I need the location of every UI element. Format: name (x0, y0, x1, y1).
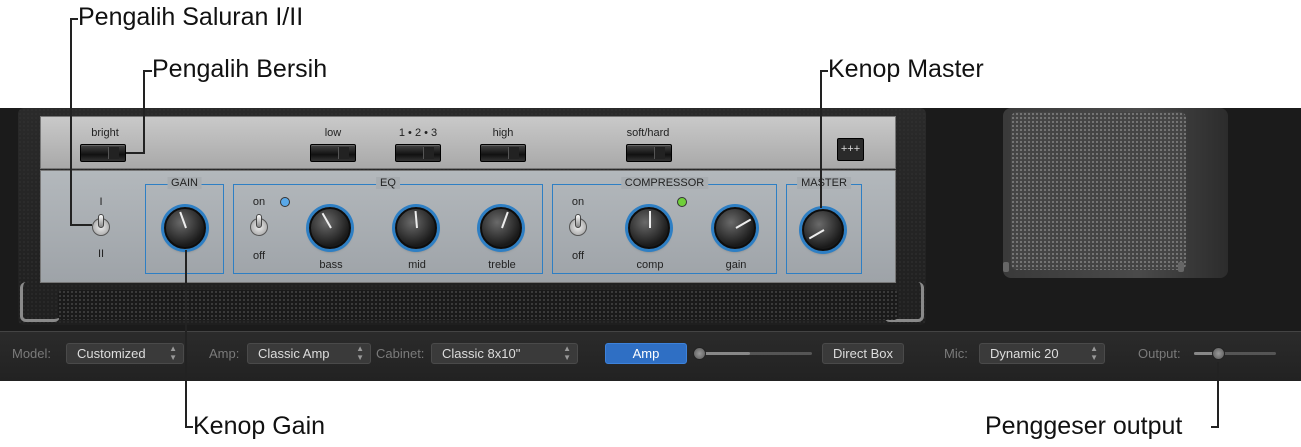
chrome-corner-left (20, 282, 60, 322)
master-knob-pointer (808, 229, 825, 240)
cabinet-label: Cabinet: (376, 346, 425, 361)
gain-knob-callout: Kenop Gain (193, 412, 326, 440)
eq-switch-lever (256, 214, 262, 228)
treble-label: treble (488, 259, 516, 271)
gain-callout-leader-v (185, 250, 187, 428)
cabinet-foot-right (1178, 262, 1184, 272)
compressor-gain-knob[interactable] (714, 207, 756, 249)
master-callout-leader-v (820, 70, 822, 208)
compressor-gain-knob-pointer (735, 218, 752, 229)
output-label: Output: (1138, 346, 1181, 361)
low-switch[interactable] (310, 144, 356, 162)
comp-knob[interactable] (628, 207, 670, 249)
model-label: Model: (12, 346, 52, 361)
direct-box-button[interactable]: Direct Box (822, 343, 904, 364)
channel-switch-callout: Pengalih Saluran I/II (78, 3, 304, 31)
high-label: high (492, 127, 514, 139)
cabinet-chevron-icon: ▲ ▼ (563, 344, 571, 362)
amp-select[interactable]: Classic Amp ▲ ▼ (247, 343, 371, 364)
compressor-on-off-switch[interactable] (569, 214, 587, 240)
clean-callout-leader-v (143, 70, 145, 154)
output-callout-leader-h (1211, 426, 1219, 428)
comp-label: comp (636, 259, 664, 271)
eq-section-title: EQ (376, 177, 400, 189)
cabinet-foot-left (1003, 262, 1009, 272)
compressor-status-led (677, 197, 687, 207)
mic-value: Dynamic 20 (990, 346, 1059, 361)
mic-chevron-icon: ▲ ▼ (1090, 344, 1098, 362)
output-slider-thumb[interactable] (1212, 347, 1225, 360)
eq-off-label: off (252, 250, 266, 262)
eq-status-led (280, 197, 290, 207)
mid-label: mid (408, 259, 426, 271)
master-section-title: MASTER (797, 177, 851, 189)
range-label: 1 • 2 • 3 (398, 127, 438, 139)
eq-on-off-switch[interactable] (250, 214, 268, 240)
mid-knob-pointer (414, 210, 418, 229)
gain-section-title: GAIN (167, 177, 202, 189)
model-select[interactable]: Customized ▲ ▼ (66, 343, 184, 364)
channel-switch[interactable] (92, 214, 110, 240)
clean-switch-callout: Pengalih Bersih (152, 55, 328, 83)
amp-value: Classic Amp (258, 346, 330, 361)
amp-top-panel (40, 116, 896, 169)
soft-hard-switch[interactable] (626, 144, 672, 162)
advanced-settings-button[interactable]: +++ (837, 138, 864, 161)
master-knob[interactable] (802, 209, 844, 251)
channel-ii-label: II (97, 248, 105, 260)
compressor-section-title: COMPRESSOR (620, 177, 709, 189)
soft-hard-label: soft/hard (626, 127, 670, 139)
mid-knob[interactable] (395, 207, 437, 249)
treble-knob[interactable] (480, 207, 522, 249)
model-value: Customized (77, 346, 146, 361)
compressor-off-label: off (571, 250, 585, 262)
mic-select[interactable]: Dynamic 20 ▲ ▼ (979, 343, 1105, 364)
gain-callout-leader-h (185, 426, 193, 428)
model-chevron-icon: ▲ ▼ (169, 344, 177, 362)
mic-label: Mic: (944, 346, 968, 361)
eq-on-label: on (252, 196, 266, 208)
bass-knob-pointer (321, 212, 332, 229)
amp-direct-blend-thumb[interactable] (693, 347, 706, 360)
cabinet-value: Classic 8x10" (442, 346, 521, 361)
bass-knob[interactable] (309, 207, 351, 249)
low-label: low (324, 127, 342, 139)
bright-label: bright (91, 127, 119, 139)
amp-chevron-icon: ▲ ▼ (356, 344, 364, 362)
clean-callout-leader-end (126, 152, 144, 154)
master-knob-callout: Kenop Master (828, 55, 984, 83)
channel-callout-leader-end (70, 224, 92, 226)
channel-switch-lever (98, 214, 104, 228)
output-slider-fill (1194, 352, 1214, 355)
gain-knob[interactable] (164, 207, 206, 249)
compressor-on-label: on (571, 196, 585, 208)
range-switch[interactable] (395, 144, 441, 162)
compressor-switch-lever (575, 214, 581, 228)
high-switch[interactable] (480, 144, 526, 162)
amp-head-grille (58, 290, 898, 320)
cabinet-select[interactable]: Classic 8x10" ▲ ▼ (431, 343, 578, 364)
channel-i-label: I (99, 196, 103, 208)
gain-knob-pointer (179, 211, 187, 229)
treble-knob-pointer (501, 211, 509, 229)
bass-label: bass (319, 259, 343, 271)
amp-label: Amp: (209, 346, 240, 361)
bright-switch[interactable] (80, 144, 126, 162)
output-callout-leader-v (1217, 362, 1219, 428)
speaker-cabinet-grille (1011, 112, 1186, 270)
amp-button[interactable]: Amp (605, 343, 687, 364)
channel-callout-leader-v (70, 18, 72, 226)
compressor-gain-label: gain (725, 259, 747, 271)
output-slider-callout: Penggeser output (985, 412, 1183, 440)
comp-knob-pointer (649, 211, 651, 228)
